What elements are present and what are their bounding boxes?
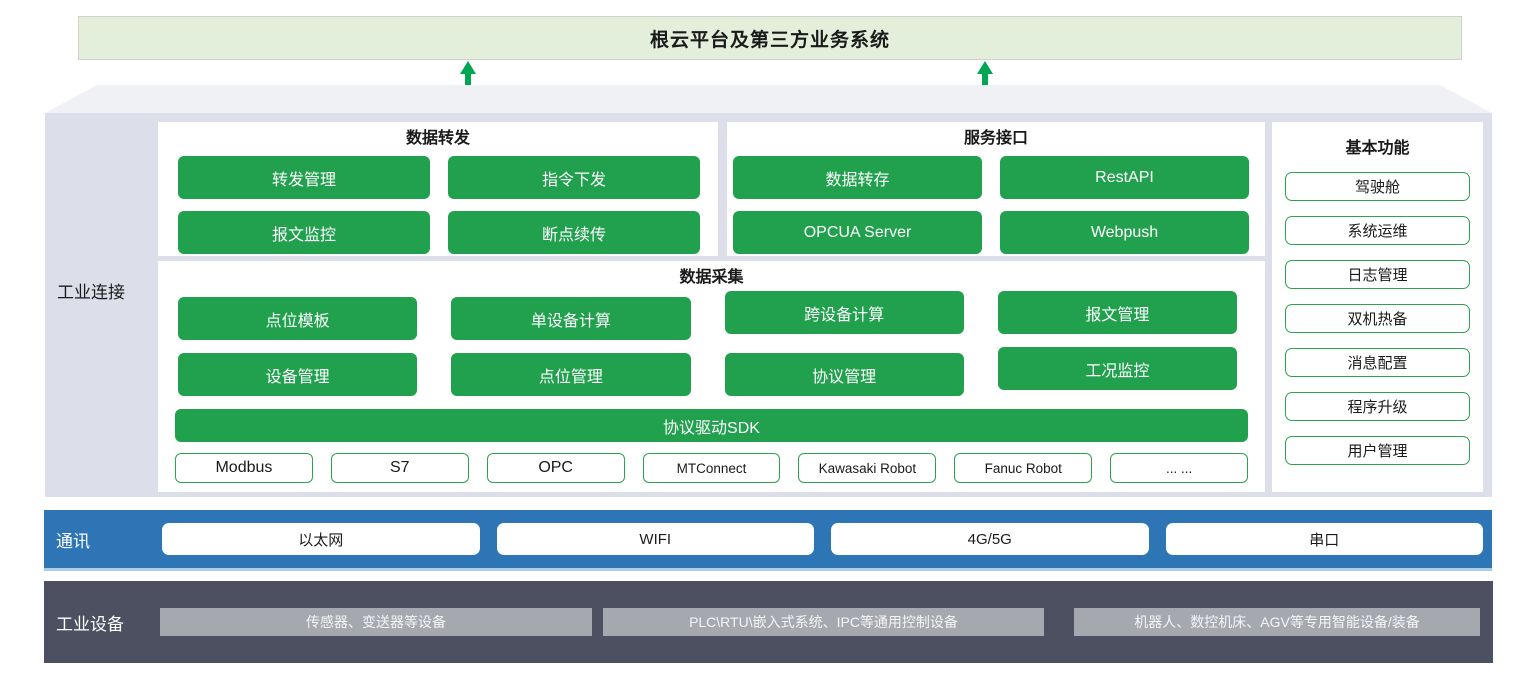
section-basic-functions: 基本功能 驾驶舱 系统运维 日志管理 双机热备 消息配置 程序升级 用户管理 <box>1272 122 1483 492</box>
device-category-box: PLC\RTU\嵌入式系统、IPC等通用控制设备 <box>603 608 1044 636</box>
section-title: 基本功能 <box>1272 132 1483 160</box>
feature-button: Webpush <box>1000 211 1249 254</box>
feature-button: 协议管理 <box>725 353 964 396</box>
feature-button: 断点续传 <box>448 211 700 254</box>
protocol-sdk-bar: 协议驱动SDK <box>175 409 1248 442</box>
protocol-box: S7 <box>331 453 469 483</box>
feature-button: RestAPI <box>1000 156 1249 199</box>
feature-button: 报文管理 <box>998 291 1237 334</box>
protocol-box: MTConnect <box>643 453 781 483</box>
feature-button: 跨设备计算 <box>725 291 964 334</box>
communication-layer: 通讯 以太网 WIFI 4G/5G 串口 <box>44 510 1492 571</box>
basic-function-box: 用户管理 <box>1285 436 1470 465</box>
feature-button: 设备管理 <box>178 353 417 396</box>
protocol-box: Modbus <box>175 453 313 483</box>
basic-function-box: 双机热备 <box>1285 304 1470 333</box>
comm-channel-box: 串口 <box>1166 523 1484 555</box>
basic-function-box: 驾驶舱 <box>1285 172 1470 201</box>
basic-function-box: 程序升级 <box>1285 392 1470 421</box>
protocol-box: Fanuc Robot <box>954 453 1092 483</box>
section-data-forward: 数据转发 转发管理 指令下发 报文监控 断点续传 <box>158 122 718 256</box>
section-data-collection: 数据采集 点位模板 单设备计算 跨设备计算 报文管理 设备管理 点位管理 协议管… <box>158 261 1265 492</box>
feature-button: 数据转存 <box>733 156 982 199</box>
communication-label: 通讯 <box>56 510 90 568</box>
industrial-connection-label: 工业连接 <box>57 278 125 303</box>
platform-banner: 根云平台及第三方业务系统 <box>78 16 1462 60</box>
protocol-box: Kawasaki Robot <box>798 453 936 483</box>
device-category-box: 传感器、变送器等设备 <box>160 608 592 636</box>
device-category-box: 机器人、数控机床、AGV等专用智能设备/装备 <box>1074 608 1480 636</box>
feature-button: 指令下发 <box>448 156 700 199</box>
slab-top-face <box>45 85 1492 113</box>
basic-function-box: 消息配置 <box>1285 348 1470 377</box>
architecture-diagram: 根云平台及第三方业务系统 MQTT , OPCUA Server， RestAP… <box>0 0 1536 685</box>
platform-banner-title: 根云平台及第三方业务系统 <box>650 25 890 52</box>
feature-button: 点位管理 <box>451 353 690 396</box>
section-service-interface: 服务接口 数据转存 RestAPI OPCUA Server Webpush <box>727 122 1265 256</box>
industrial-devices-layer: 工业设备 传感器、变送器等设备 PLC\RTU\嵌入式系统、IPC等通用控制设备… <box>44 581 1493 663</box>
section-title: 数据采集 <box>158 261 1265 289</box>
protocol-box: OPC <box>487 453 625 483</box>
feature-button: 点位模板 <box>178 297 417 340</box>
feature-button: 转发管理 <box>178 156 430 199</box>
feature-button: 工况监控 <box>998 347 1237 390</box>
industrial-devices-label: 工业设备 <box>56 581 124 663</box>
feature-button: OPCUA Server <box>733 211 982 254</box>
feature-button: 报文监控 <box>178 211 430 254</box>
basic-function-box: 日志管理 <box>1285 260 1470 289</box>
comm-channel-box: 4G/5G <box>831 523 1149 555</box>
comm-channel-box: WIFI <box>497 523 815 555</box>
basic-function-box: 系统运维 <box>1285 216 1470 245</box>
section-title: 服务接口 <box>727 122 1265 150</box>
section-title: 数据转发 <box>158 122 718 150</box>
protocol-box: ... ... <box>1110 453 1248 483</box>
comm-channel-box: 以太网 <box>162 523 480 555</box>
feature-button: 单设备计算 <box>451 297 690 340</box>
